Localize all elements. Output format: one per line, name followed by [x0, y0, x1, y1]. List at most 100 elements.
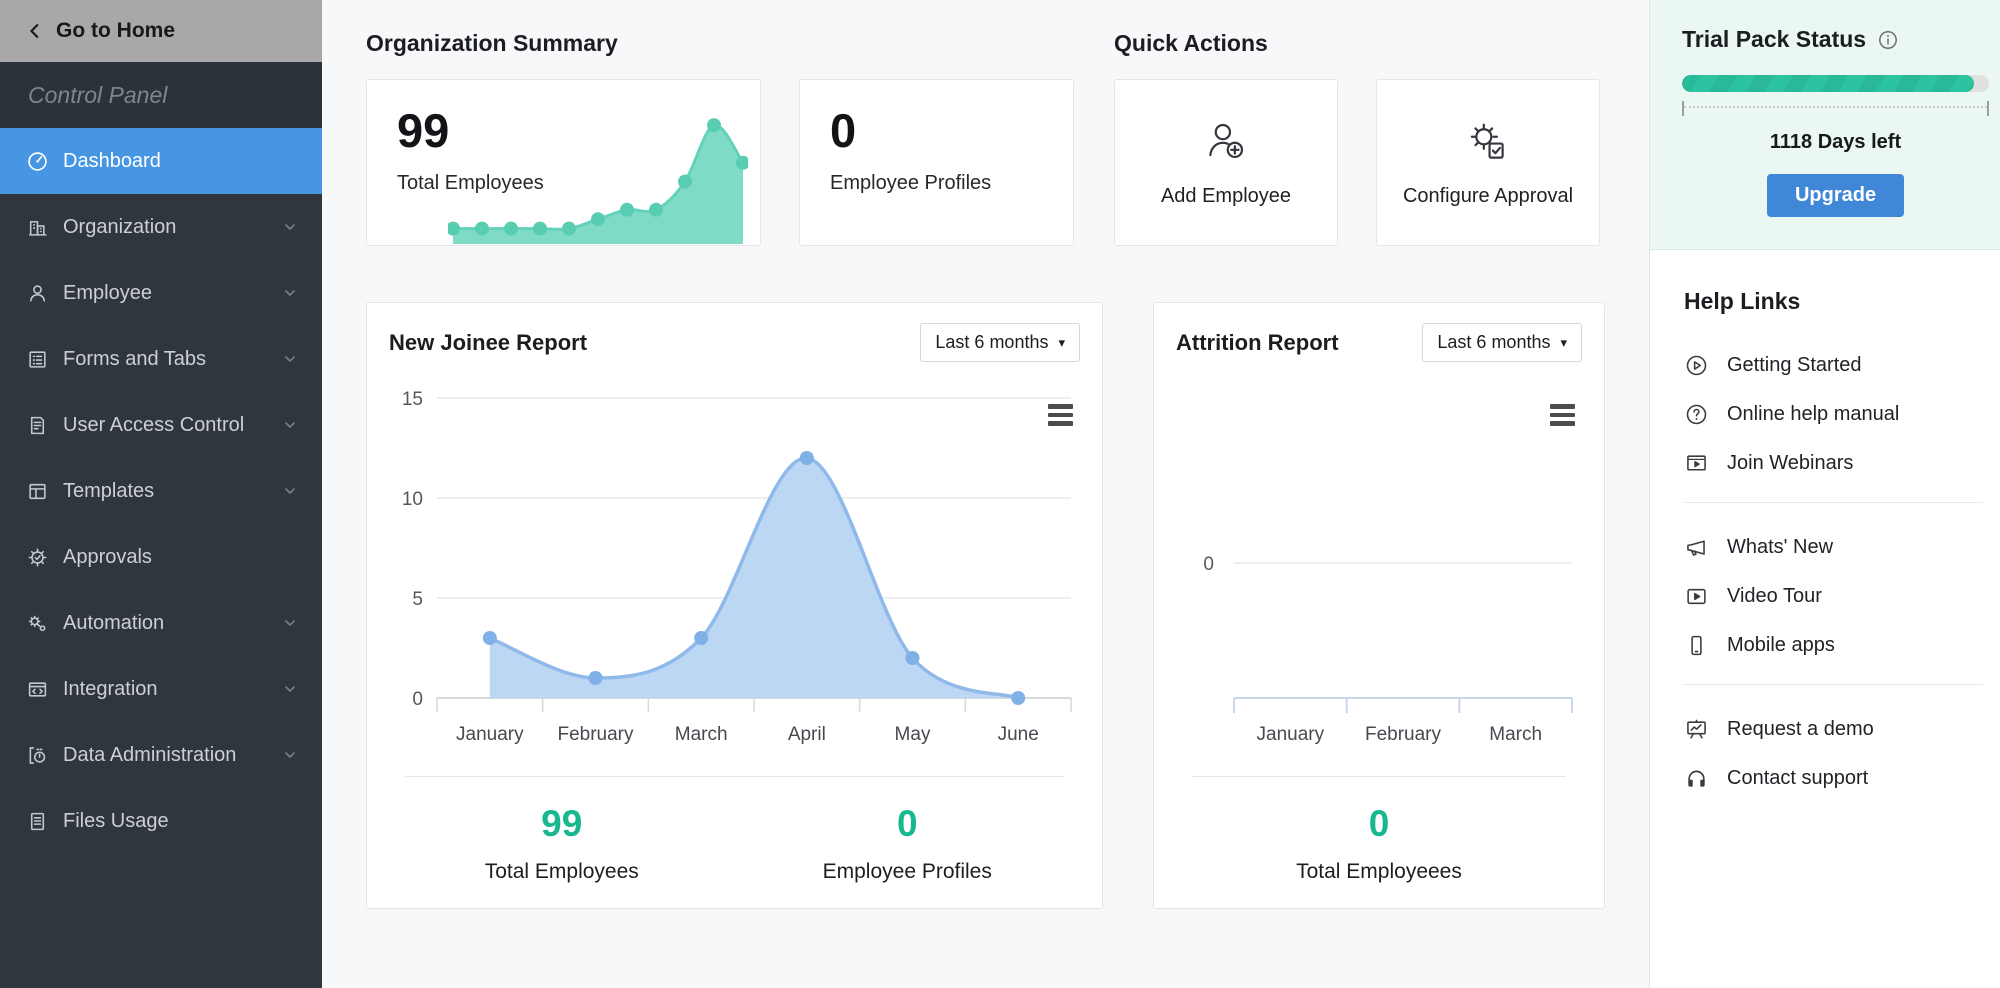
help-link-whats-new[interactable]: Whats' New	[1676, 523, 1991, 572]
help-link-request-a-demo[interactable]: Request a demo	[1676, 705, 1991, 754]
svg-text:March: March	[675, 724, 728, 745]
attrition-chart-menu-icon[interactable]	[1547, 401, 1578, 429]
svg-text:February: February	[1365, 724, 1442, 745]
trial-pack-status-title: Trial Pack Status	[1682, 26, 1866, 53]
chevron-left-icon	[26, 22, 44, 40]
chevron-down-icon	[282, 351, 298, 367]
automation-gears-icon	[26, 612, 48, 634]
sidebar: Go to Home Control Panel Dashboard Organ…	[0, 0, 322, 988]
play-circle-icon	[1684, 354, 1708, 377]
svg-text:0: 0	[412, 689, 423, 710]
templates-table-icon	[26, 480, 48, 502]
forms-list-icon	[26, 348, 48, 370]
help-link-label: Getting Started	[1727, 354, 1862, 377]
control-panel-label: Control Panel	[0, 62, 322, 128]
help-link-mobile-apps[interactable]: Mobile apps	[1676, 621, 1991, 670]
range-dropdown-value: Last 6 months	[935, 332, 1048, 353]
go-to-home-button[interactable]: Go to Home	[0, 0, 322, 62]
sidebar-item-templates[interactable]: Templates	[0, 458, 322, 524]
help-link-label: Mobile apps	[1727, 634, 1835, 657]
sidebar-item-label: Automation	[63, 612, 282, 635]
quick-actions-title: Quick Actions	[1114, 30, 1600, 57]
caret-down-icon: ▾	[1058, 336, 1065, 349]
integration-code-window-icon	[26, 678, 48, 700]
new-joinee-range-dropdown[interactable]: Last 6 months ▾	[920, 323, 1080, 362]
svg-text:10: 10	[402, 489, 423, 510]
help-link-contact-support[interactable]: Contact support	[1676, 754, 1991, 803]
employee-person-icon	[26, 282, 48, 304]
stat-label: Employee Profiles	[735, 860, 1081, 884]
range-dropdown-value: Last 6 months	[1437, 332, 1550, 353]
add-employee-button[interactable]: Add Employee	[1114, 79, 1338, 246]
new-joinee-employee-profiles-stat: 0 Employee Profiles	[735, 777, 1081, 884]
organization-buildings-icon	[26, 216, 48, 238]
sidebar-item-user-access-control[interactable]: User Access Control	[0, 392, 322, 458]
dashboard-gauge-icon	[26, 150, 48, 172]
right-panel: Trial Pack Status 1118 Days left Upgrade…	[1649, 0, 2000, 988]
go-to-home-label: Go to Home	[56, 19, 175, 43]
configure-approval-button[interactable]: Configure Approval	[1376, 79, 1600, 246]
svg-text:February: February	[557, 724, 634, 745]
data-administration-timer-icon	[26, 744, 48, 766]
help-links-title: Help Links	[1676, 288, 1991, 315]
help-link-online-help-manual[interactable]: Online help manual	[1676, 390, 1991, 439]
sidebar-item-label: Dashboard	[63, 150, 298, 173]
divider	[1684, 502, 1983, 503]
sidebar-item-forms-and-tabs[interactable]: Forms and Tabs	[0, 326, 322, 392]
help-link-join-webinars[interactable]: Join Webinars	[1676, 439, 1991, 488]
sidebar-item-organization[interactable]: Organization	[0, 194, 322, 260]
sidebar-item-files-usage[interactable]: Files Usage	[0, 788, 322, 854]
new-joinee-report-title: New Joinee Report	[389, 330, 587, 356]
sidebar-item-label: Approvals	[63, 546, 298, 569]
help-link-video-tour[interactable]: Video Tour	[1676, 572, 1991, 621]
sidebar-item-data-administration[interactable]: Data Administration	[0, 722, 322, 788]
upgrade-button[interactable]: Upgrade	[1767, 174, 1904, 217]
app-root: Go to Home Control Panel Dashboard Organ…	[0, 0, 2000, 988]
help-link-label: Whats' New	[1727, 536, 1833, 559]
sidebar-item-label: Organization	[63, 216, 282, 239]
help-link-label: Join Webinars	[1727, 452, 1853, 475]
help-link-label: Online help manual	[1727, 403, 1899, 426]
svg-text:March: March	[1489, 724, 1542, 745]
add-employee-icon	[1202, 118, 1250, 171]
chevron-down-icon	[282, 417, 298, 433]
sidebar-item-label: Integration	[63, 678, 282, 701]
svg-text:5: 5	[412, 589, 423, 610]
stat-value: 0	[735, 803, 1081, 845]
help-link-label: Request a demo	[1727, 718, 1874, 741]
help-links-section: Help Links Getting Started Online help m…	[1650, 250, 2000, 803]
new-joinee-chart: 051015JanuaryFebruaryMarchAprilMayJune	[389, 372, 1079, 772]
new-joinee-chart-menu-icon[interactable]	[1045, 401, 1076, 429]
configure-approval-icon	[1464, 118, 1512, 171]
employee-profiles-card[interactable]: 0 Employee Profiles	[799, 79, 1074, 246]
headset-icon	[1684, 767, 1708, 790]
sidebar-item-dashboard[interactable]: Dashboard	[0, 128, 322, 194]
configure-approval-label: Configure Approval	[1403, 185, 1573, 208]
question-circle-icon	[1684, 403, 1708, 426]
svg-text:June: June	[998, 724, 1039, 745]
svg-text:15: 15	[402, 389, 423, 410]
chevron-down-icon	[282, 285, 298, 301]
chevron-down-icon	[282, 747, 298, 763]
main-content: Organization Summary 99 Total Employees …	[322, 0, 1649, 988]
sidebar-item-automation[interactable]: Automation	[0, 590, 322, 656]
employee-profiles-value: 0	[830, 104, 1073, 158]
sidebar-item-label: User Access Control	[63, 414, 282, 437]
sidebar-item-employee[interactable]: Employee	[0, 260, 322, 326]
total-employees-card[interactable]: 99 Total Employees	[366, 79, 761, 246]
caret-down-icon: ▾	[1560, 336, 1567, 349]
info-icon[interactable]	[1878, 30, 1898, 50]
approvals-gear-check-icon	[26, 546, 48, 568]
days-left-text: 1118 Days left	[1682, 131, 1989, 154]
trial-progress-ruler	[1682, 101, 1989, 116]
sidebar-item-label: Files Usage	[63, 810, 298, 833]
webinar-window-icon	[1684, 452, 1708, 475]
sidebar-item-integration[interactable]: Integration	[0, 656, 322, 722]
attrition-range-dropdown[interactable]: Last 6 months ▾	[1422, 323, 1582, 362]
help-link-getting-started[interactable]: Getting Started	[1676, 341, 1991, 390]
sidebar-item-approvals[interactable]: Approvals	[0, 524, 322, 590]
employee-profiles-label: Employee Profiles	[830, 172, 1073, 195]
divider	[1684, 684, 1983, 685]
new-joinee-total-employees-stat: 99 Total Employees	[389, 777, 735, 884]
svg-text:May: May	[895, 724, 931, 745]
